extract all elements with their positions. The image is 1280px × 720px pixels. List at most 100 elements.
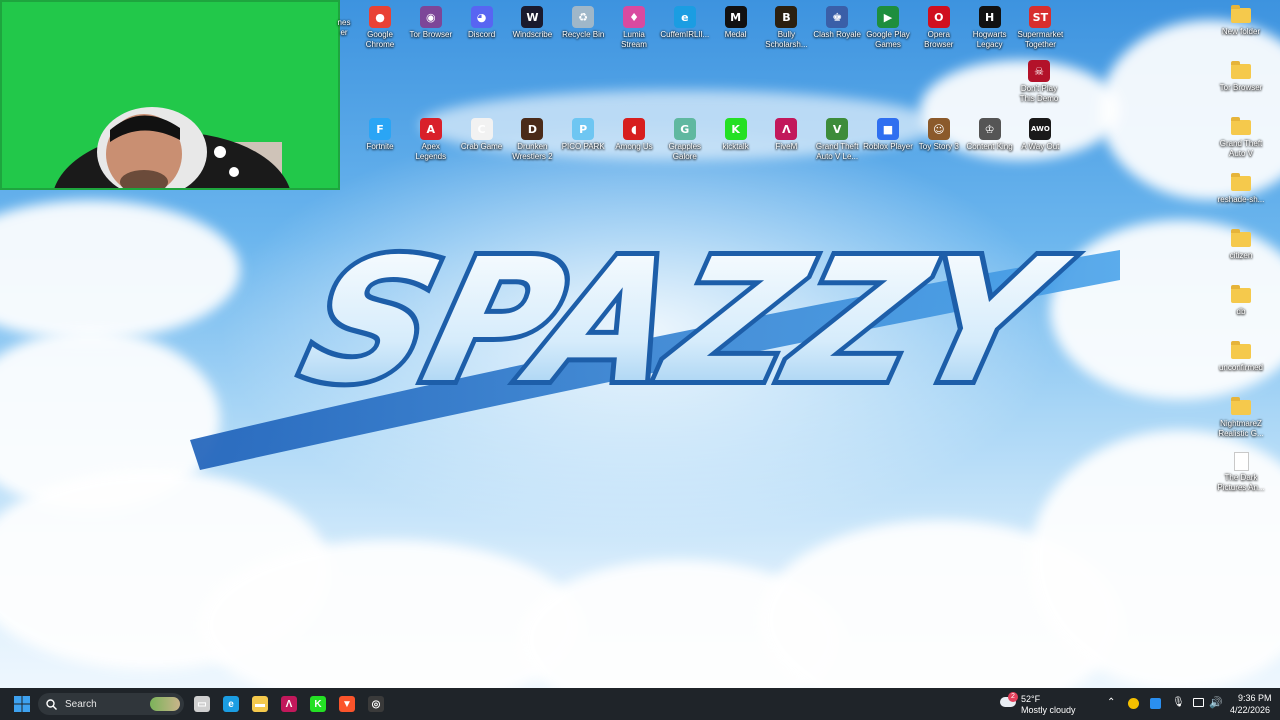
taskbar-app-task-view[interactable]: ▭ <box>190 692 214 716</box>
task-view-icon: ▭ <box>194 696 210 712</box>
search-placeholder: Search <box>65 698 97 710</box>
microphone-icon[interactable]: 🎙 <box>1172 697 1185 708</box>
desktop-icon-cut[interactable]: nes er <box>334 18 354 38</box>
desktop-icon-fortnite[interactable]: F Fortnite <box>354 114 406 152</box>
play-games-icon: ▶ <box>877 6 899 28</box>
desktop-icon-label: kicktalk <box>722 142 749 151</box>
desktop-icon-bully[interactable]: B Bully Scholarsh... <box>760 2 812 50</box>
desktop-folder[interactable]: reshade-sh... <box>1215 168 1267 205</box>
desktop-icon-play-games[interactable]: ▶ Google Play Games <box>862 2 914 50</box>
volume-icon[interactable]: 🔊 <box>1209 696 1223 709</box>
search-icon <box>46 698 57 710</box>
desktop-icon-clash-royale[interactable]: ♚ Clash Royale <box>811 2 863 40</box>
crab-game-icon: C <box>470 118 493 140</box>
desktop-icon-windscribe[interactable]: W Windscribe <box>506 2 558 40</box>
desktop-icon-label: Tor Browser <box>409 30 453 39</box>
weather-badge: 2 <box>1008 692 1018 702</box>
desktop-folder[interactable]: unconfirmed <box>1215 336 1267 373</box>
desktop-icon-label: Grapples Galore <box>668 142 702 161</box>
desktop-folder[interactable]: NightmareZ Realistic G... <box>1215 392 1267 439</box>
desktop-icon-apex[interactable]: A Apex Legends <box>405 114 457 162</box>
desktop-icon-label: Discord <box>468 30 496 39</box>
desktop-icon-among-us[interactable]: ◖ Among Us <box>608 114 660 152</box>
desktop-icon-label: Apex Legends <box>415 142 447 161</box>
folder-icon <box>1231 173 1251 191</box>
desktop-folder[interactable]: Tor Browser <box>1215 56 1267 93</box>
search-highlight-icon <box>150 697 180 711</box>
desktop-icon-medal[interactable]: M Medal <box>710 2 762 40</box>
desktop-icon-kicktalk[interactable]: Kkicktalk <box>710 114 762 152</box>
taskbar: Search ▭ e ▬ Λ K ▼ ◎ 2 52°F Mostly cloudy ⌃ 🎙 … <box>0 688 1280 720</box>
lumia-icon: ♦ <box>623 6 645 28</box>
desktop-icon-discord[interactable]: ◕ Discord <box>456 2 508 40</box>
desktop-icon-hogwarts[interactable]: H Hogwarts Legacy <box>964 2 1016 50</box>
taskbar-app-fivem[interactable]: Λ <box>277 692 301 716</box>
desktop-icon-tor[interactable]: ◉ Tor Browser <box>405 2 457 40</box>
desktop-icon-label: A Way Out <box>1021 142 1060 151</box>
desktop-icon-label: Tor Browser <box>1219 83 1263 92</box>
folder-icon <box>1231 61 1251 79</box>
desktop-icon-fivem[interactable]: Λ FiveM <box>760 114 812 152</box>
folder-icon <box>1231 285 1251 303</box>
weather-desc: Mostly cloudy <box>1021 705 1076 715</box>
desktop-icon-label: Toy Story 3 <box>918 142 959 151</box>
desktop-icon-label: Among Us <box>615 142 653 151</box>
desktop-folder[interactable]: db <box>1215 280 1267 317</box>
tor-icon: ◉ <box>419 6 442 28</box>
desktop-folder[interactable]: Grand Theft Auto V <box>1215 112 1267 159</box>
desktop-icon-a-way-out[interactable]: AWO A Way Out <box>1014 114 1066 152</box>
network-icon[interactable] <box>1193 698 1204 707</box>
clock-date[interactable]: 4/22/2026 <box>1230 705 1270 715</box>
taskbar-app-brave[interactable]: ▼ <box>335 692 359 716</box>
desktop-icon-label: Grand Theft Auto V Le... <box>815 142 859 161</box>
dont-play-icon: ☠ <box>1028 60 1050 82</box>
desktop-icon-gta[interactable]: V Grand Theft Auto V Le... <box>811 114 863 162</box>
taskbar-app-edge[interactable]: e <box>219 692 243 716</box>
desktop-icon-crab-game[interactable]: C Crab Game <box>456 114 508 152</box>
taskbar-app-file-explorer[interactable]: ▬ <box>248 692 272 716</box>
clock-time[interactable]: 9:36 PM <box>1238 693 1272 703</box>
desktop-icon-supermarket[interactable]: ST Supermarket Together <box>1014 2 1066 50</box>
weather-widget[interactable]: 2 52°F Mostly cloudy <box>998 691 1088 717</box>
app-tray-icon[interactable] <box>1150 698 1161 709</box>
edge-icon: e <box>223 696 239 712</box>
desktop-icon-label: Drunken Wrestlers 2 <box>512 142 553 161</box>
start-button[interactable] <box>10 692 34 716</box>
desktop-icon-dont-play-this-demo[interactable]: ☠ Don't Play This Demo <box>1013 56 1065 104</box>
streamer-face <box>54 107 290 188</box>
desktop-icon-label: Google Play Games <box>866 30 910 49</box>
desktop-icon-label: Hogwarts Legacy <box>972 30 1007 49</box>
desktop-icon-label: Don't Play This Demo <box>1019 84 1059 103</box>
desktop-icon-drunken-wrestlers[interactable]: D Drunken Wrestlers 2 <box>506 114 558 162</box>
taskbar-search[interactable]: Search <box>38 693 184 715</box>
desktop-folder[interactable]: citizen <box>1215 224 1267 261</box>
desktop-icon-label: FiveM <box>775 142 798 151</box>
roblox-icon: ■ <box>877 118 899 140</box>
desktop-file[interactable]: The Dark Pictures An... <box>1215 448 1267 493</box>
desktop-icon-label: Windscribe <box>512 30 553 39</box>
desktop-icon-opera[interactable]: O Opera Browser <box>913 2 965 50</box>
desktop-icon-toy-story[interactable]: ☺ Toy Story 3 <box>913 114 965 152</box>
desktop-icon-label: New folder <box>1221 27 1261 36</box>
taskbar-app-obs[interactable]: ◎ <box>364 692 388 716</box>
desktop-icon-chrome[interactable]: ● Google Chrome <box>354 2 406 50</box>
norton-icon[interactable] <box>1128 698 1139 709</box>
desktop-icon-grapples[interactable]: G Grapples Galore <box>659 114 711 162</box>
recycle-bin-icon: ♻ <box>572 6 595 28</box>
desktop-icon-roblox[interactable]: ■ Roblox Player <box>862 114 914 152</box>
desktop-icon-label: Medal <box>724 30 747 39</box>
desktop-icon-recycle-bin[interactable]: ♻ Recycle Bin <box>557 2 609 40</box>
desktop-icon-edge[interactable]: e CuffemIRLlI... <box>659 2 711 40</box>
desktop-icon-label: Roblox Player <box>863 142 913 151</box>
apex-icon: A <box>419 118 442 140</box>
a-way-out-icon: AWO <box>1029 118 1052 140</box>
desktop-icon-label: NightmareZ Realistic G... <box>1218 419 1264 438</box>
desktop-folder[interactable]: New folder <box>1215 0 1267 37</box>
desktop-icon-pico-park[interactable]: P PICO PARK <box>557 114 609 152</box>
desktop-icon-content-king[interactable]: ♔ Content King <box>964 114 1016 152</box>
taskbar-app-kick[interactable]: K <box>306 692 330 716</box>
pico-park-icon: P <box>572 118 595 140</box>
chevron-up-icon[interactable]: ⌃ <box>1107 697 1115 708</box>
desktop-icon-label: Opera Browser <box>924 30 954 49</box>
desktop-icon-lumia[interactable]: ♦ Lumia Stream <box>608 2 660 50</box>
